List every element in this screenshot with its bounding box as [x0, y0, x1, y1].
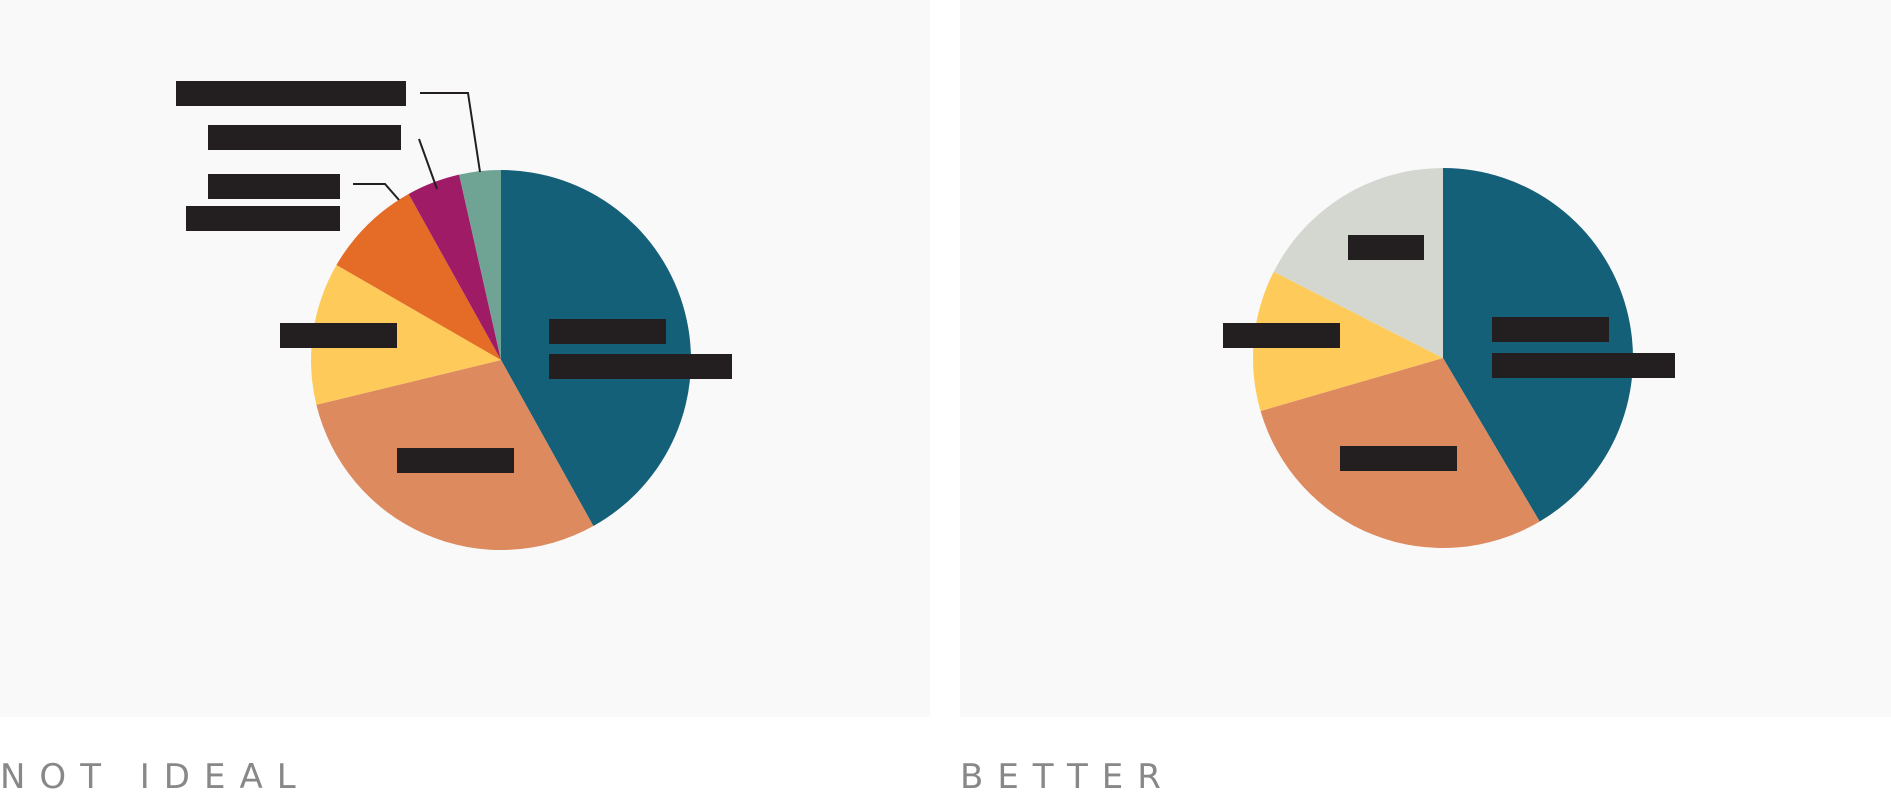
redacted-label-slice-4 [208, 174, 340, 199]
caption-better: BETTER [960, 757, 1175, 797]
leader-line-slice-4 [353, 184, 399, 200]
redacted-label-slice-5 [208, 125, 401, 150]
redacted-label-slice-2 [397, 448, 514, 473]
redacted-label-slice-1-line-1 [549, 319, 666, 344]
redacted-label-slice-2 [1340, 446, 1457, 471]
caption-not-ideal: NOT IDEAL [0, 757, 310, 797]
redacted-label-slice-4-line-2 [186, 206, 340, 231]
redacted-label-slice-1-line-1 [1492, 317, 1609, 342]
chart-panel-better [960, 0, 1891, 717]
leader-line-slice-5 [419, 139, 437, 189]
redacted-label-slice-1-line-2 [1492, 353, 1675, 378]
redacted-label-slice-4 [1348, 235, 1424, 260]
redacted-label-slice-3 [280, 323, 397, 348]
pie-chart-not-ideal [0, 0, 930, 717]
pie-chart-better [960, 0, 1891, 717]
chart-panel-not-ideal [0, 0, 930, 717]
redacted-label-slice-6 [176, 81, 406, 106]
redacted-label-slice-3 [1223, 323, 1340, 348]
leader-line-slice-6 [420, 93, 480, 172]
redacted-label-slice-1-line-2 [549, 354, 732, 379]
